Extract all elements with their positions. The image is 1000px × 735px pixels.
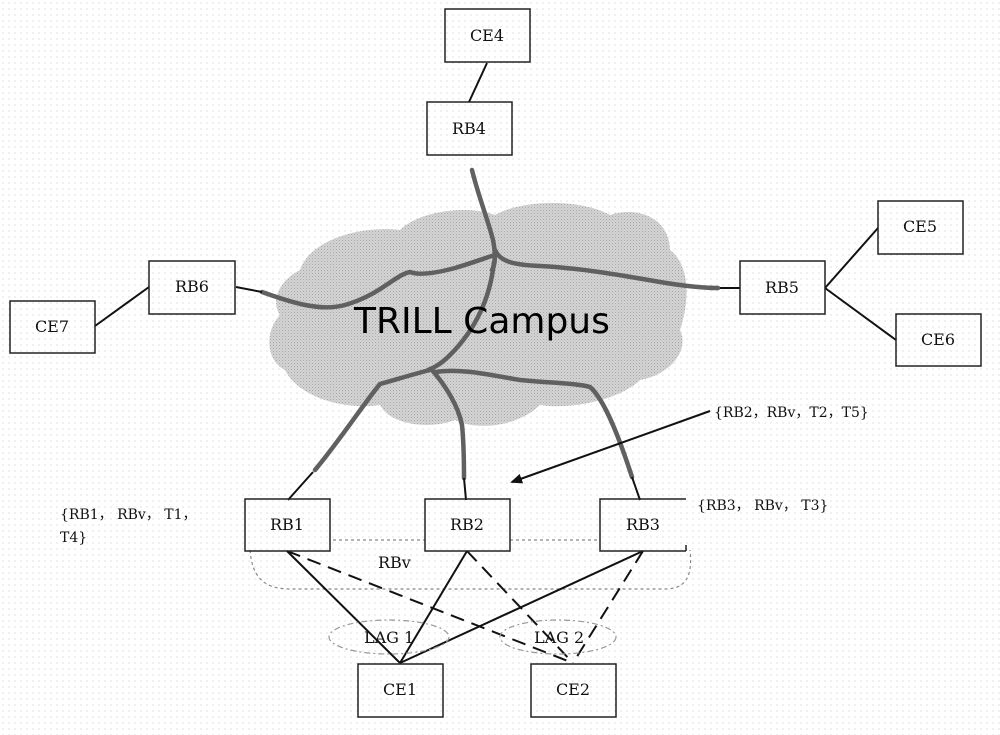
- rb6-label: RB6: [175, 277, 209, 296]
- rb4-label: RB4: [452, 119, 486, 138]
- rb1-annotation-line2: T4}: [60, 530, 87, 546]
- trill-campus-label: TRILL Campus: [353, 301, 610, 342]
- ce5-label: CE5: [903, 217, 937, 236]
- link-rb5-ce5: [824, 227, 879, 289]
- node-rb2[interactable]: RB2: [424, 498, 511, 552]
- lag1-label: LAG 1: [364, 628, 414, 647]
- node-ce2[interactable]: CE2: [530, 663, 617, 718]
- node-ce4[interactable]: CE4: [444, 8, 531, 63]
- link-rb6-tail: [235, 286, 263, 293]
- rb1-annotation-line1: {RB1， RBv， T1，: [60, 507, 197, 523]
- lag2-label: LAG 2: [534, 628, 584, 647]
- ce7-label: CE7: [35, 317, 69, 336]
- link-rb2-tail: [463, 477, 467, 501]
- node-rb4[interactable]: RB4: [426, 101, 513, 156]
- link-ce4-rb4: [468, 62, 488, 103]
- node-rb5[interactable]: RB5: [739, 260, 826, 315]
- link-rb3-ce1: [399, 550, 644, 664]
- node-ce5[interactable]: CE5: [877, 200, 964, 255]
- link-ce7-rb6: [94, 286, 150, 327]
- rb5-label: RB5: [765, 278, 799, 297]
- node-rb3[interactable]: RB3: [599, 498, 687, 552]
- rb1-label: RB1: [270, 515, 304, 534]
- link-rb3-tail: [631, 476, 641, 501]
- ce4-label: CE4: [470, 26, 504, 45]
- trill-network-diagram: RBv LAG 1 LAG 2 CE4 RB4 RB6 CE7 RB5 CE5 …: [0, 0, 1000, 735]
- node-rb6[interactable]: RB6: [148, 260, 236, 315]
- ce6-label: CE6: [921, 330, 955, 349]
- link-rb1-ce2: [286, 550, 574, 664]
- node-ce7[interactable]: CE7: [9, 300, 96, 354]
- rb2-annotation: {RB2，RBv，T2，T5}: [714, 405, 869, 421]
- rbv-label: RBv: [378, 553, 411, 572]
- node-ce1[interactable]: CE1: [357, 663, 444, 718]
- node-ce6[interactable]: CE6: [895, 313, 982, 367]
- rb3-label: RB3: [626, 515, 660, 534]
- diagram-canvas: RBv LAG 1 LAG 2 CE4 RB4 RB6 CE7 RB5 CE5 …: [9, 8, 982, 718]
- node-rb1[interactable]: RB1: [244, 498, 331, 552]
- ce1-label: CE1: [383, 680, 417, 699]
- link-rb5-ce6: [824, 287, 897, 341]
- ce2-label: CE2: [556, 680, 590, 699]
- rb2-label: RB2: [450, 515, 484, 534]
- link-rb1-tail: [287, 471, 314, 501]
- rb3-annotation: {RB3， RBv， T3}: [697, 498, 828, 514]
